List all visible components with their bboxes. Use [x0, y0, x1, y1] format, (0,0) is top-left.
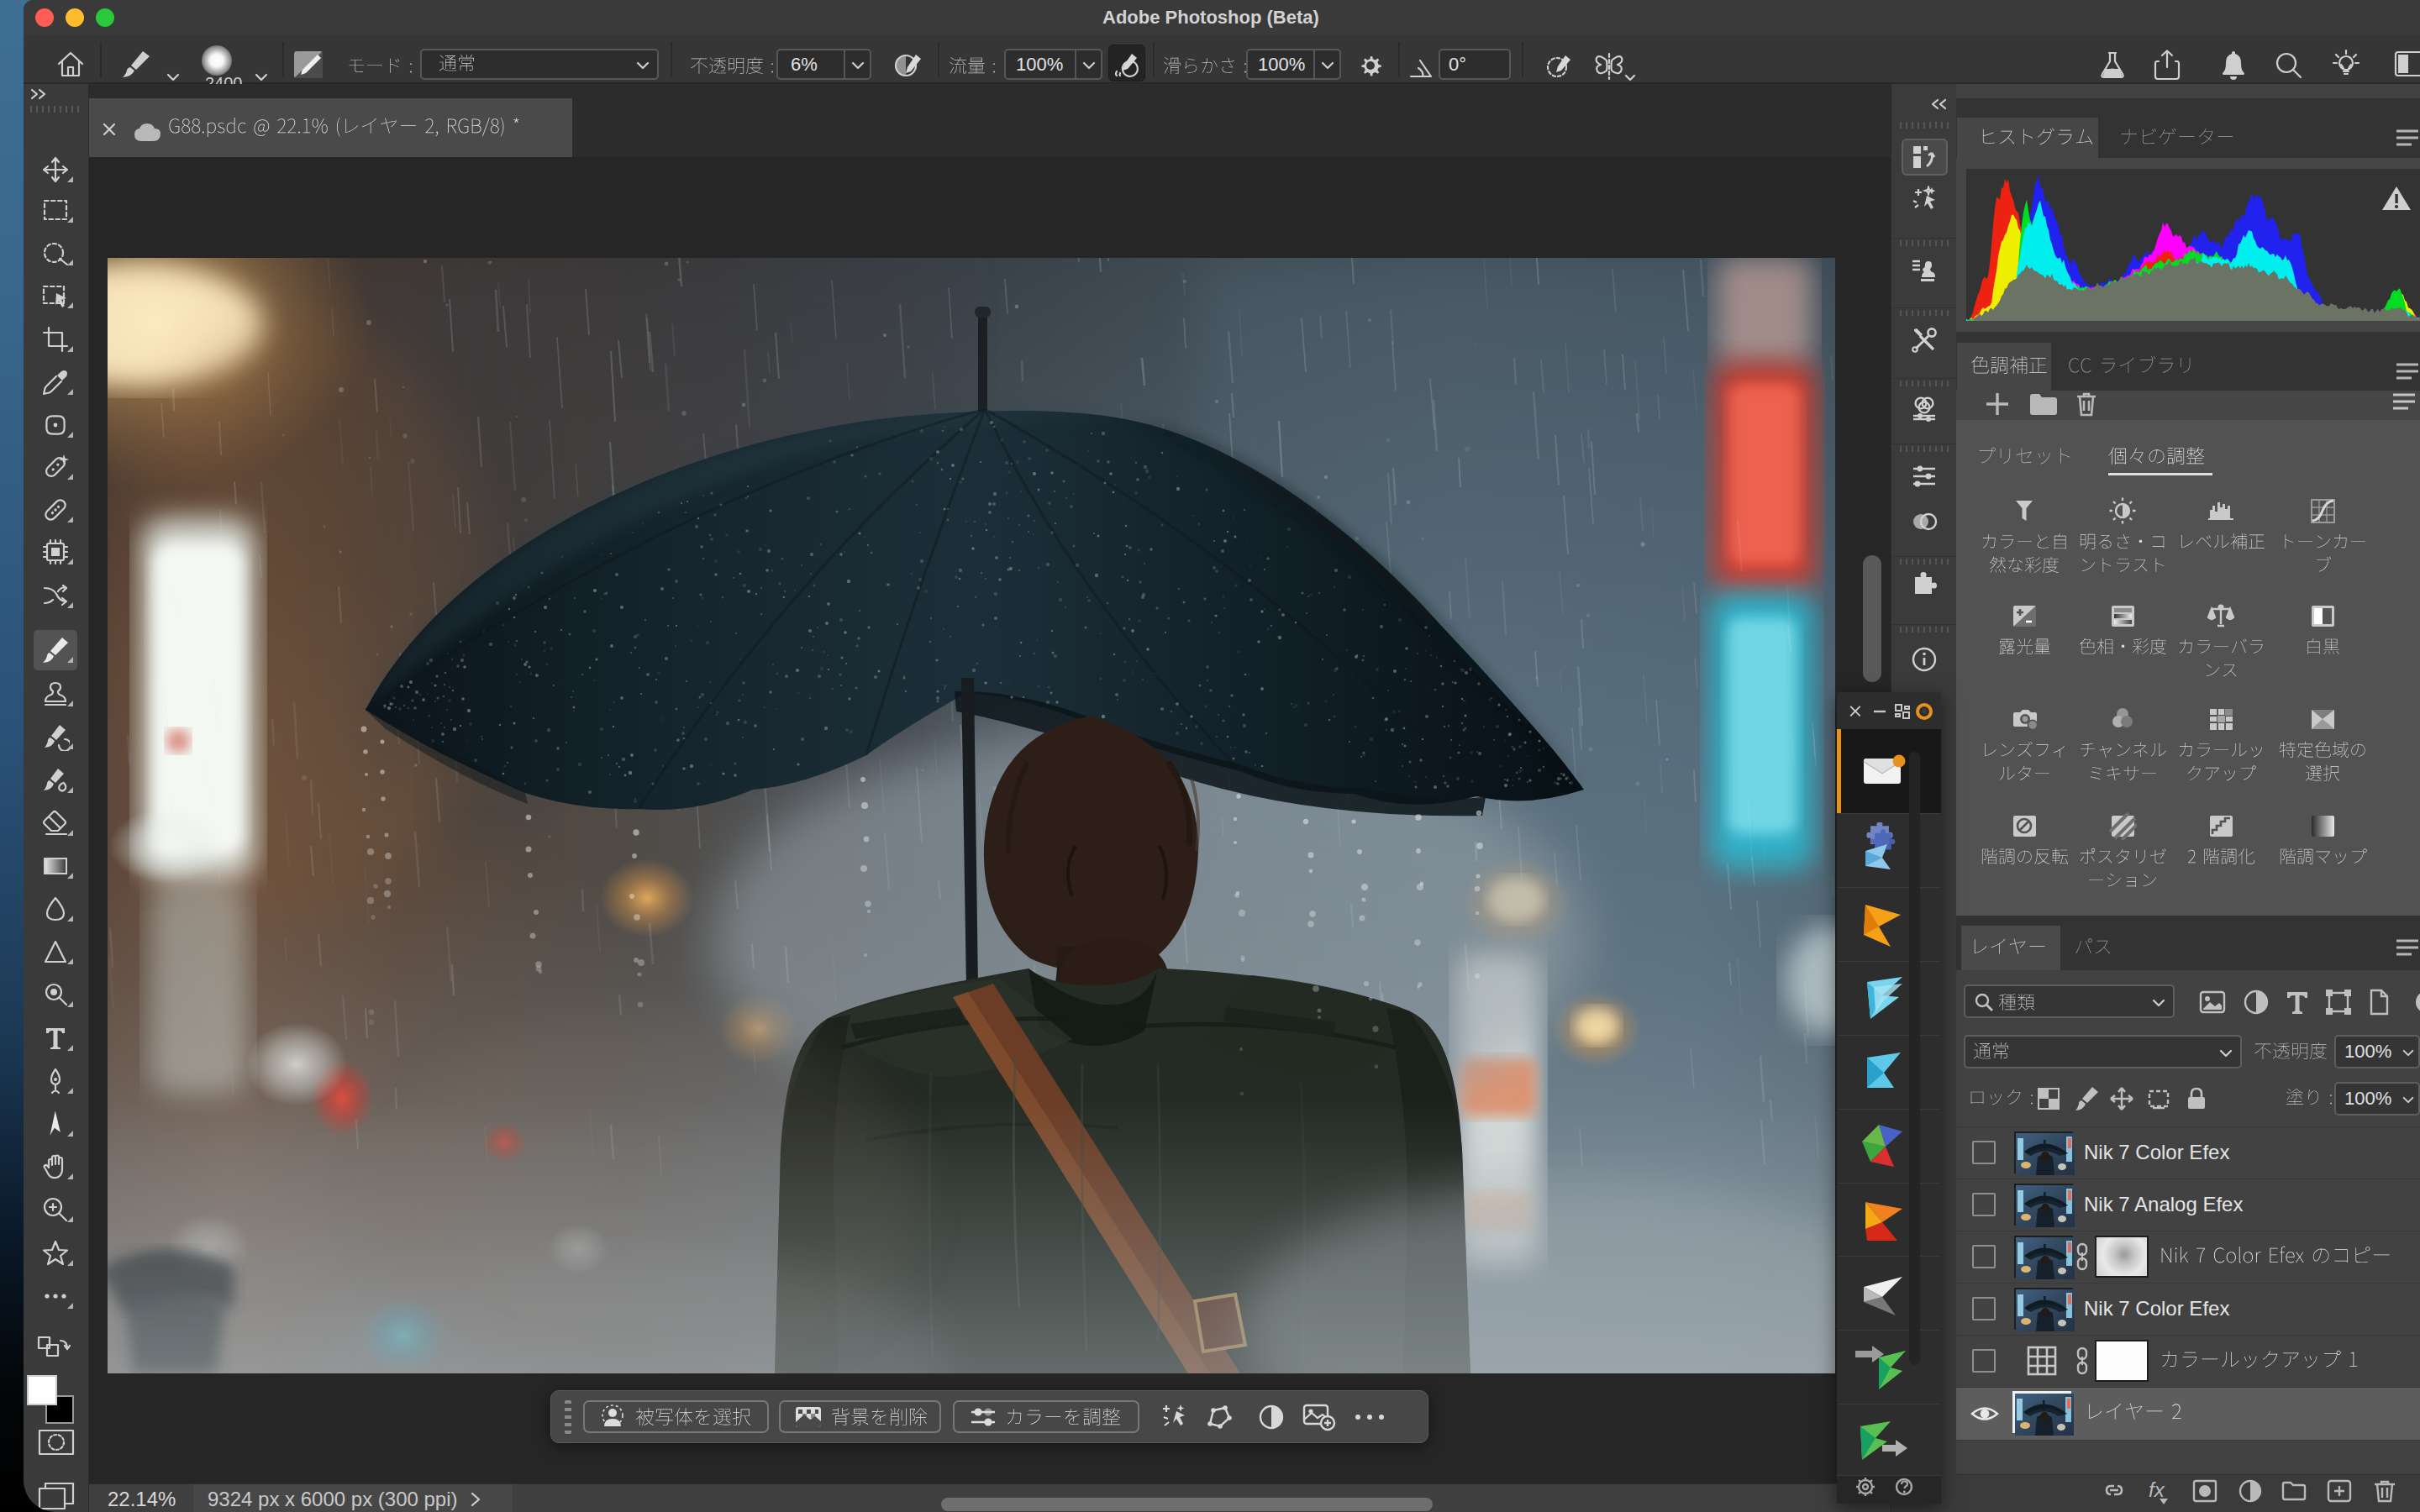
svg-text:fx: fx: [2149, 1478, 2165, 1501]
